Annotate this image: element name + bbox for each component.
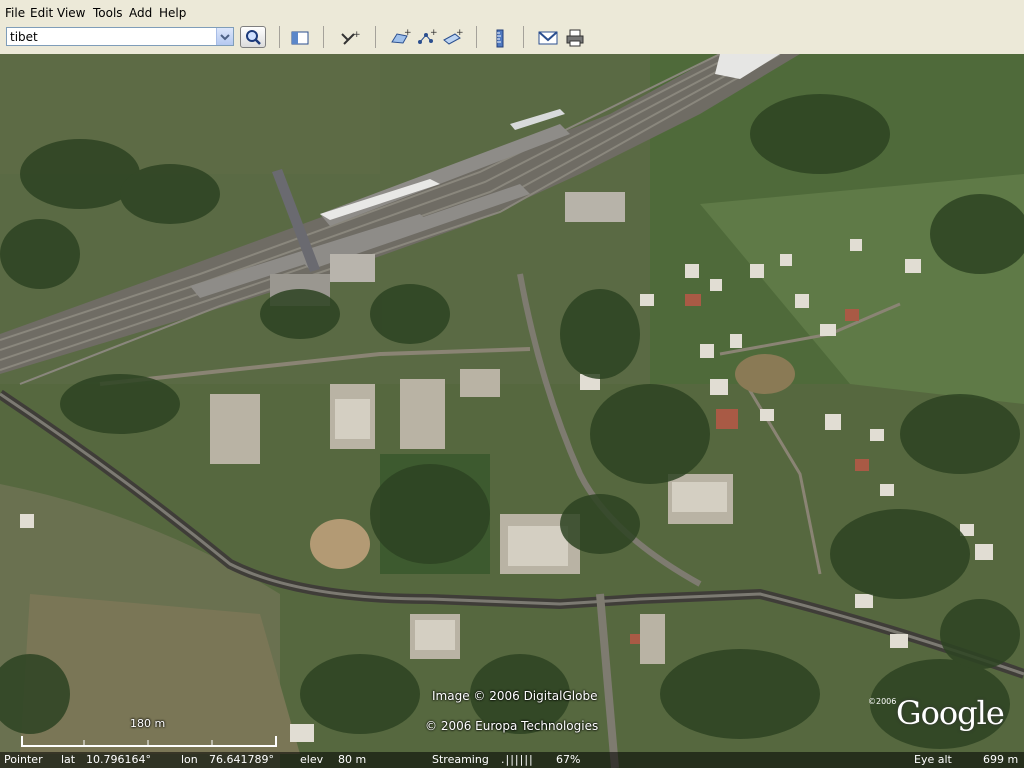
- svg-text:+: +: [430, 28, 437, 38]
- lat-label: lat: [61, 753, 76, 766]
- streaming-label: Streaming: [432, 753, 489, 766]
- ruler-icon: [496, 29, 504, 48]
- menu-bar: File Edit View Tools Add Help: [0, 0, 1024, 20]
- search-combobox[interactable]: [6, 27, 234, 46]
- sidebar-toggle-icon: [291, 31, 309, 45]
- streaming-meter: .||||||: [501, 753, 534, 766]
- add-path-button[interactable]: +: [415, 28, 438, 48]
- email-button[interactable]: [537, 28, 559, 48]
- image-overlay-icon: +: [443, 28, 464, 45]
- search-input[interactable]: [7, 28, 218, 45]
- logo-copyright: ©2006: [868, 697, 897, 706]
- scale-label: 180 m: [130, 717, 166, 730]
- toolbar-separator: [323, 26, 324, 48]
- search-dropdown-button[interactable]: [216, 28, 233, 45]
- elev-value: 80 m: [338, 753, 367, 766]
- map-view[interactable]: [0, 54, 1024, 768]
- add-placemark-button[interactable]: +: [338, 28, 361, 48]
- magnifier-icon: [246, 30, 261, 45]
- toolbar-separator: [375, 26, 376, 48]
- streaming-percent: 67%: [556, 753, 581, 766]
- scale-bar: [18, 730, 278, 748]
- toolbar-separator: [476, 26, 477, 48]
- lon-label: lon: [181, 753, 198, 766]
- add-path-icon: +: [418, 28, 438, 44]
- add-polygon-icon: +: [391, 28, 412, 44]
- sidebar-toggle-button[interactable]: [289, 28, 311, 48]
- elev-label: elev: [300, 753, 324, 766]
- image-overlay-button[interactable]: +: [441, 28, 464, 48]
- imagery-credit: Image © 2006 DigitalGlobe: [432, 689, 598, 703]
- print-icon: [566, 29, 584, 47]
- google-logo: Google: [896, 694, 1005, 732]
- print-button[interactable]: [564, 28, 586, 48]
- lat-value: 10.796164°: [86, 753, 151, 766]
- status-bar: Pointer lat 10.796164° lon 76.641789° el…: [0, 752, 1024, 768]
- search-button[interactable]: [240, 26, 266, 48]
- add-placemark-icon: +: [341, 30, 361, 45]
- chevron-down-icon: [220, 34, 230, 41]
- satellite-imagery[interactable]: [0, 54, 1024, 768]
- eye-alt-label: Eye alt: [914, 753, 952, 766]
- toolbar: + + + +: [0, 20, 1024, 55]
- svg-text:+: +: [404, 28, 411, 38]
- eye-alt-value: 699 m: [983, 753, 1019, 766]
- svg-text:+: +: [353, 30, 360, 40]
- pointer-label: Pointer: [4, 753, 43, 766]
- data-credit: © 2006 Europa Technologies: [425, 719, 599, 733]
- ruler-button[interactable]: [489, 28, 511, 48]
- toolbar-separator: [279, 26, 280, 48]
- toolbar-separator: [523, 26, 524, 48]
- email-icon: [538, 31, 558, 45]
- add-polygon-button[interactable]: +: [389, 28, 412, 48]
- lon-value: 76.641789°: [209, 753, 274, 766]
- svg-text:+: +: [456, 28, 463, 38]
